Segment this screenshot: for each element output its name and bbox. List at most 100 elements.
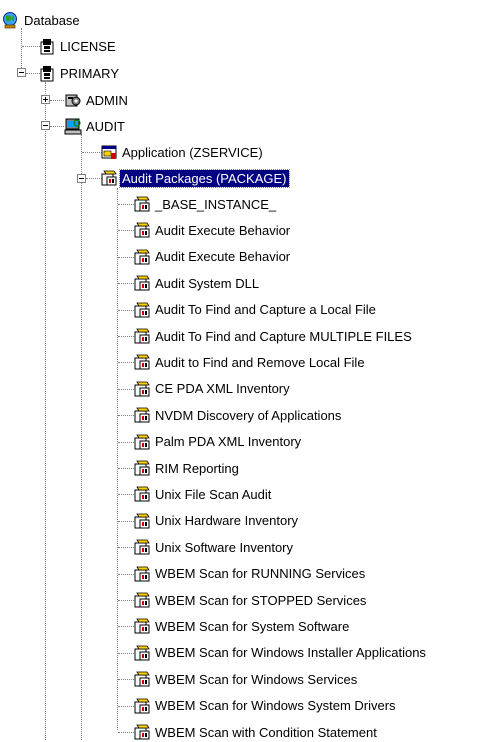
package-instance-icon xyxy=(134,196,150,212)
tree-line xyxy=(118,547,134,549)
tree-item-label: Palm PDA XML Inventory xyxy=(155,434,302,450)
audit-computer-icon xyxy=(64,118,82,135)
tree-item-label: Audit Execute Behavior xyxy=(155,249,291,265)
tree-item-label: Audit To Find and Capture MULTIPLE FILES xyxy=(155,328,412,344)
package-instance-icon xyxy=(134,618,150,634)
tree-item-audit[interactable]: AUDIT xyxy=(64,116,127,136)
tree-line xyxy=(118,468,134,469)
tree-item-package[interactable]: Audit Execute Behavior xyxy=(133,220,292,240)
tree-line xyxy=(82,152,102,153)
tree-line xyxy=(118,705,134,707)
tree-line xyxy=(118,626,134,628)
tree-item-label: Unix Hardware Inventory xyxy=(155,513,299,529)
tree-item-label: WBEM Scan for System Software xyxy=(155,618,350,634)
package-instance-icon xyxy=(134,486,150,502)
tree-item-label: WBEM Scan for Windows System Drivers xyxy=(155,698,396,714)
tree-item-package[interactable]: NVDM Discovery of Applications xyxy=(133,405,343,425)
tree-item-package[interactable]: WBEM Scan for Windows Installer Applicat… xyxy=(133,643,428,663)
tree-item-package[interactable]: Unix Hardware Inventory xyxy=(133,511,300,531)
tree-item-package[interactable]: Unix File Scan Audit xyxy=(133,484,273,504)
tree-item-audit-packages[interactable]: Audit Packages (PACKAGE) xyxy=(100,168,290,188)
tree-line xyxy=(81,134,82,740)
tree-item-label: PRIMARY xyxy=(60,65,119,81)
tree-line xyxy=(118,441,134,443)
tree-item-package[interactable]: WBEM Scan for RUNNING Services xyxy=(133,564,367,584)
file-cabinet-icon xyxy=(40,39,54,55)
tree-item-package[interactable]: Palm PDA XML Inventory xyxy=(133,432,303,452)
package-instance-icon xyxy=(134,407,150,423)
tree-item-label: WBEM Scan for RUNNING Services xyxy=(155,566,366,582)
tree-item-label: Unix Software Inventory xyxy=(155,539,294,555)
tree-item-package[interactable]: RIM Reporting xyxy=(133,458,241,478)
package-instance-icon xyxy=(134,249,150,265)
package-instance-icon xyxy=(134,302,150,318)
tree-item-label: Audit to Find and Remove Local File xyxy=(155,354,365,370)
tree-line xyxy=(45,82,46,740)
expand-toggle-icon[interactable] xyxy=(41,95,50,104)
tree-item-admin[interactable]: ADMIN xyxy=(64,90,130,110)
tree-line xyxy=(50,126,64,127)
tree-line xyxy=(118,283,134,285)
package-instance-icon xyxy=(134,354,150,370)
package-instance-icon xyxy=(134,671,150,687)
tree-item-label: NVDM Discovery of Applications xyxy=(155,407,342,423)
tree-item-label: CE PDA XML Inventory xyxy=(155,381,290,397)
package-instance-icon xyxy=(134,645,150,661)
tree-item-package[interactable]: _BASE_INSTANCE_ xyxy=(133,194,278,214)
tree-item-database[interactable]: Database xyxy=(2,10,82,30)
package-instance-icon xyxy=(134,222,150,238)
tree-item-package[interactable]: Audit Execute Behavior xyxy=(133,247,292,267)
tree-item-package[interactable]: Audit To Find and Capture a Local File xyxy=(133,300,378,320)
tree-item-package[interactable]: CE PDA XML Inventory xyxy=(133,379,292,399)
tree-item-package[interactable]: WBEM Scan for STOPPED Services xyxy=(133,590,368,610)
tree-item-label: Audit Execute Behavior xyxy=(155,222,291,238)
tree-line xyxy=(118,256,134,258)
tree-item-label: Database xyxy=(24,12,80,28)
package-instance-icon xyxy=(134,724,150,740)
application-instance-icon xyxy=(101,145,117,159)
tree-item-label: RIM Reporting xyxy=(155,460,239,476)
tree-item-package[interactable]: WBEM Scan for Windows Services xyxy=(133,669,359,689)
tree-item-package[interactable]: WBEM Scan for Windows System Drivers xyxy=(133,696,398,716)
tree-line xyxy=(118,494,134,496)
tree-item-package[interactable]: Audit to Find and Remove Local File xyxy=(133,352,367,372)
tree-item-label: AUDIT xyxy=(86,118,125,134)
package-instance-icon xyxy=(134,275,150,291)
tree-line xyxy=(118,679,134,681)
tree-item-primary[interactable]: PRIMARY xyxy=(38,63,121,83)
tree-line xyxy=(118,230,134,232)
package-instance-icon xyxy=(134,434,150,450)
tree-line xyxy=(118,204,134,205)
tree-line xyxy=(118,573,134,575)
tree-line xyxy=(118,732,134,733)
tree-item-label: WBEM Scan for Windows Installer Applicat… xyxy=(155,645,426,661)
package-instance-icon xyxy=(134,513,150,529)
tree-line xyxy=(117,188,118,730)
tree-item-package[interactable]: Audit System DLL xyxy=(133,273,261,293)
tree-item-package[interactable]: WBEM Scan for System Software xyxy=(133,616,351,636)
tree-item-label: Application (ZSERVICE) xyxy=(122,144,263,160)
package-instance-icon xyxy=(134,381,150,397)
tree-item-label: WBEM Scan with Condition Statement xyxy=(155,724,377,740)
tree-item-label: _BASE_INSTANCE_ xyxy=(155,196,277,212)
package-instance-icon xyxy=(134,460,150,476)
collapse-toggle-icon[interactable] xyxy=(41,121,50,130)
package-instance-icon xyxy=(134,539,150,555)
collapse-toggle-icon[interactable] xyxy=(77,174,86,183)
tree-item-package[interactable]: WBEM Scan with Condition Statement xyxy=(133,722,379,742)
tree-item-label: Unix File Scan Audit xyxy=(155,486,272,502)
tree-line xyxy=(118,600,134,601)
tree-item-license[interactable]: LICENSE xyxy=(38,36,118,56)
tree-item-label: WBEM Scan for Windows Services xyxy=(155,671,358,687)
tree-line xyxy=(118,388,134,390)
database-tree-view[interactable]: Database LICENSE PRIMARY ADMIN AUDIT App… xyxy=(0,0,489,740)
package-instance-icon xyxy=(134,328,150,344)
admin-gear-icon xyxy=(65,94,81,107)
tree-line xyxy=(118,652,134,654)
tree-item-application[interactable]: Application (ZSERVICE) xyxy=(100,142,265,162)
tree-line xyxy=(118,309,134,311)
tree-item-label: Audit Packages (PACKAGE) xyxy=(119,168,290,188)
tree-item-package[interactable]: Unix Software Inventory xyxy=(133,537,295,557)
collapse-toggle-icon[interactable] xyxy=(17,68,26,77)
tree-item-package[interactable]: Audit To Find and Capture MULTIPLE FILES xyxy=(133,326,414,346)
